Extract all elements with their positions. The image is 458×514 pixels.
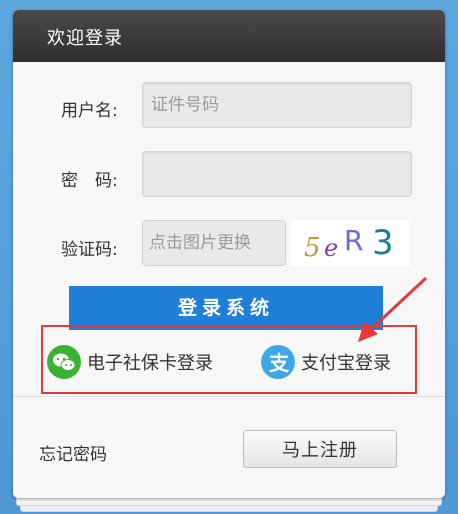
divider — [13, 396, 445, 397]
register-button[interactable]: 马上注册 — [243, 430, 397, 468]
login-button[interactable]: 登录系统 — [69, 286, 383, 330]
alipay-login-label: 支付宝登录 — [301, 353, 391, 374]
svg-text:支: 支 — [269, 351, 290, 375]
username-label: 用户名: — [61, 101, 118, 121]
annotation-arrow-icon — [358, 276, 428, 342]
password-label: 密 码: — [61, 171, 118, 191]
password-input[interactable] — [142, 151, 412, 197]
captcha-char: 5 — [304, 233, 321, 263]
wechat-icon — [47, 345, 81, 379]
captcha-char: e — [324, 234, 338, 262]
login-page: 欢迎登录 用户名: 密 码: 验证码: 5 e R 3 登录系统 — [0, 0, 458, 514]
captcha-input[interactable] — [142, 220, 286, 266]
captcha-image[interactable]: 5 e R 3 — [290, 220, 410, 266]
login-card: 欢迎登录 用户名: 密 码: 验证码: 5 e R 3 登录系统 — [13, 10, 445, 498]
forgot-password-link[interactable]: 忘记密码 — [39, 440, 107, 465]
card-header: 欢迎登录 — [13, 10, 445, 62]
social-card-login-label: 电子社保卡登录 — [87, 353, 213, 374]
captcha-graphic: 5 e R 3 — [304, 223, 394, 263]
card-title: 欢迎登录 — [47, 28, 123, 49]
captcha-char: R — [344, 224, 363, 257]
captcha-char: 3 — [372, 223, 394, 263]
social-card-login[interactable]: 电子社保卡登录 — [47, 342, 213, 382]
alipay-icon: 支 — [261, 345, 295, 379]
username-input[interactable] — [142, 82, 412, 128]
captcha-label: 验证码: — [61, 240, 118, 260]
